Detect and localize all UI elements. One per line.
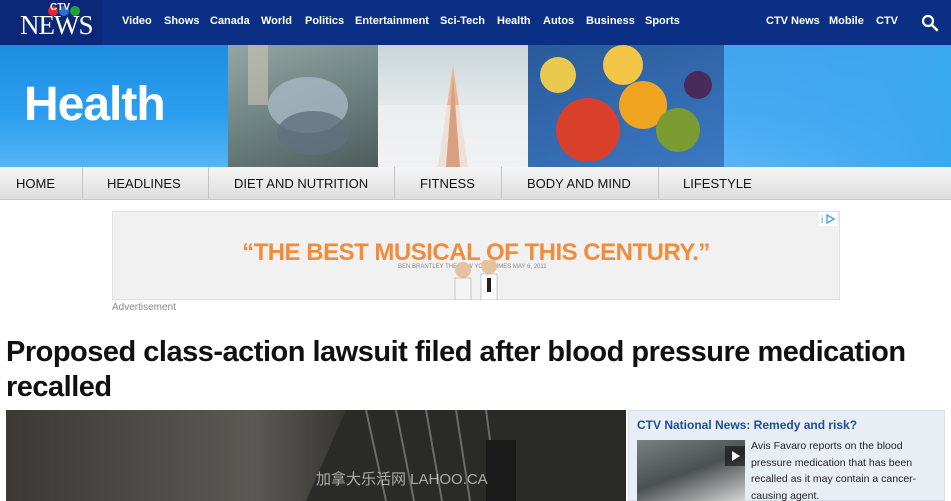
nav-mobile[interactable]: Mobile: [829, 15, 864, 27]
nav-sci-tech[interactable]: Sci-Tech: [440, 15, 485, 27]
nav-ctv-news[interactable]: CTV News: [766, 15, 820, 27]
nav-entertainment[interactable]: Entertainment: [355, 15, 429, 27]
search-icon[interactable]: [921, 14, 939, 32]
related-video-card[interactable]: CTV National News: Remedy and risk? Avis…: [628, 410, 945, 501]
ad-choices-icon[interactable]: i: [819, 212, 837, 226]
article-video-player[interactable]: 加拿大乐活网 LAHOO.CA: [6, 410, 626, 501]
advertisement-banner[interactable]: “THE BEST MUSICAL OF THIS CENTURY.” BEN …: [112, 211, 840, 300]
secnav-body-and-mind[interactable]: BODY AND MIND: [502, 167, 659, 200]
yoga-hands-image: [378, 45, 528, 167]
logo-news-text: NEWS: [20, 10, 93, 40]
nav-canada[interactable]: Canada: [210, 15, 250, 27]
banner-fade: [724, 45, 951, 167]
advertisement-label: Advertisement: [112, 302, 176, 313]
related-video-title[interactable]: CTV National News: Remedy and risk?: [637, 418, 857, 432]
nav-ctv[interactable]: CTV: [876, 15, 898, 27]
section-title: Health: [24, 78, 166, 131]
svg-text:i: i: [821, 215, 823, 226]
ctv-news-logo[interactable]: CTV NEWS: [0, 0, 102, 45]
nav-shows[interactable]: Shows: [164, 15, 199, 27]
nav-politics[interactable]: Politics: [305, 15, 344, 27]
video-watermark: 加拿大乐活网 LAHOO.CA: [316, 471, 488, 488]
ad-performers-image: [454, 260, 498, 300]
nav-business[interactable]: Business: [586, 15, 635, 27]
nav-health[interactable]: Health: [497, 15, 531, 27]
related-video-description: Avis Favaro reports on the blood pressur…: [751, 440, 917, 501]
secnav-headlines[interactable]: HEADLINES: [83, 167, 209, 200]
secnav-fitness[interactable]: FITNESS: [395, 167, 502, 200]
related-video-thumbnail[interactable]: [637, 440, 745, 501]
nav-world[interactable]: World: [261, 15, 292, 27]
secnav-diet-and-nutrition[interactable]: DIET AND NUTRITION: [209, 167, 395, 200]
play-icon[interactable]: [725, 446, 745, 466]
nav-autos[interactable]: Autos: [543, 15, 574, 27]
nav-video[interactable]: Video: [122, 15, 152, 27]
fruit-image: [528, 45, 724, 167]
health-section-banner: Health: [0, 45, 951, 167]
section-navigation: HOME HEADLINES DIET AND NUTRITION FITNES…: [0, 167, 951, 200]
nav-sports[interactable]: Sports: [645, 15, 680, 27]
secnav-lifestyle[interactable]: LIFESTYLE: [659, 167, 779, 200]
top-navigation-bar: CTV NEWS Video Shows Canada World Politi…: [0, 0, 951, 45]
article-headline: Proposed class-action lawsuit filed afte…: [6, 336, 906, 403]
running-shoe-image: [228, 45, 378, 167]
secnav-home[interactable]: HOME: [0, 167, 83, 200]
